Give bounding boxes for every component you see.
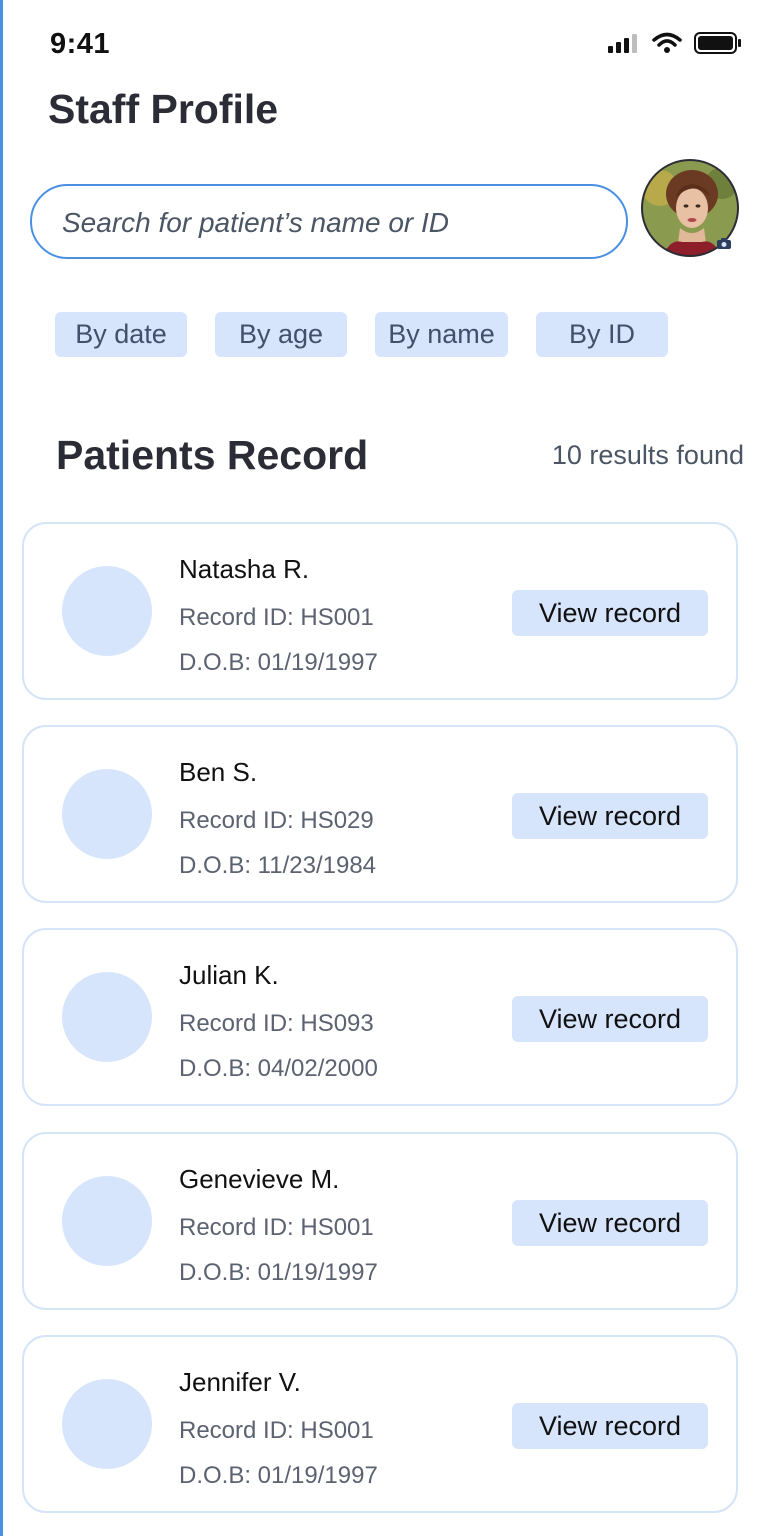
wifi-icon xyxy=(652,32,682,59)
patient-card[interactable]: Jennifer V. Record ID: HS001 D.O.B: 01/1… xyxy=(22,1335,738,1513)
left-edge-line xyxy=(0,0,3,1536)
patient-dob: D.O.B: 01/19/1997 xyxy=(179,1462,378,1489)
view-record-button[interactable]: View record xyxy=(512,590,708,636)
page-title: Staff Profile xyxy=(48,86,279,132)
profile-avatar[interactable] xyxy=(640,158,740,258)
view-record-button[interactable]: View record xyxy=(512,793,708,839)
filter-by-name[interactable]: By name xyxy=(375,312,508,357)
filter-by-id[interactable]: By ID xyxy=(536,312,668,357)
patient-record-id: Record ID: HS029 xyxy=(179,807,374,834)
patient-dob: D.O.B: 01/19/1997 xyxy=(179,649,378,676)
signal-icon xyxy=(608,33,640,58)
results-count: 10 results found xyxy=(551,440,744,470)
filter-by-date[interactable]: By date xyxy=(55,312,187,357)
status-icons xyxy=(608,32,742,59)
patient-name: Jennifer V. xyxy=(179,1367,301,1397)
patient-record-id: Record ID: HS093 xyxy=(179,1010,374,1037)
status-bar: 9:41 xyxy=(0,0,764,80)
patient-avatar xyxy=(62,1379,152,1469)
patient-card[interactable]: Julian K. Record ID: HS093 D.O.B: 04/02/… xyxy=(22,928,738,1106)
search-input[interactable] xyxy=(60,186,614,259)
patient-dob: D.O.B: 04/02/2000 xyxy=(179,1055,378,1082)
patient-card[interactable]: Ben S. Record ID: HS029 D.O.B: 11/23/198… xyxy=(22,725,738,903)
status-time: 9:41 xyxy=(50,28,111,60)
patient-card[interactable]: Natasha R. Record ID: HS001 D.O.B: 01/19… xyxy=(22,522,738,700)
patient-dob: D.O.B: 01/19/1997 xyxy=(179,1259,378,1286)
patient-card[interactable]: Genevieve M. Record ID: HS001 D.O.B: 01/… xyxy=(22,1132,738,1310)
filter-by-age[interactable]: By age xyxy=(215,312,347,357)
patient-name: Julian K. xyxy=(179,960,279,990)
patient-avatar xyxy=(62,566,152,656)
patient-avatar xyxy=(62,1176,152,1266)
view-record-button[interactable]: View record xyxy=(512,1200,708,1246)
view-record-button[interactable]: View record xyxy=(512,1403,708,1449)
patient-avatar xyxy=(62,972,152,1062)
patient-avatar xyxy=(62,769,152,859)
patient-record-id: Record ID: HS001 xyxy=(179,604,374,631)
camera-icon[interactable] xyxy=(717,238,731,249)
patient-name: Ben S. xyxy=(179,757,258,787)
patient-name: Natasha R. xyxy=(179,554,310,584)
view-record-button[interactable]: View record xyxy=(512,996,708,1042)
patient-record-id: Record ID: HS001 xyxy=(179,1417,374,1444)
patient-dob: D.O.B: 11/23/1984 xyxy=(179,852,377,879)
search-box[interactable] xyxy=(30,184,628,259)
patient-record-id: Record ID: HS001 xyxy=(179,1214,374,1241)
patient-name: Genevieve M. xyxy=(179,1164,340,1194)
section-title: Patients Record xyxy=(56,432,369,478)
battery-icon xyxy=(694,32,742,59)
